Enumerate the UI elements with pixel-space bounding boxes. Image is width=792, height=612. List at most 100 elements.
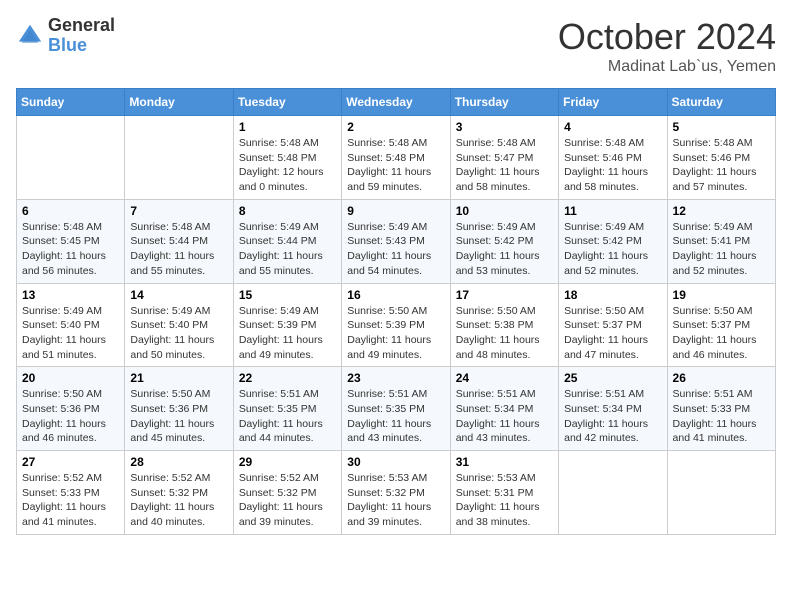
calendar-cell: 24 Sunrise: 5:51 AMSunset: 5:34 PMDayligh… [450,367,558,451]
day-info: Sunrise: 5:49 AMSunset: 5:43 PMDaylight:… [347,220,444,279]
day-info: Sunrise: 5:51 AMSunset: 5:35 PMDaylight:… [347,387,444,446]
day-info: Sunrise: 5:49 AMSunset: 5:41 PMDaylight:… [673,220,770,279]
day-info: Sunrise: 5:49 AMSunset: 5:39 PMDaylight:… [239,304,336,363]
day-info: Sunrise: 5:51 AMSunset: 5:35 PMDaylight:… [239,387,336,446]
day-info: Sunrise: 5:49 AMSunset: 5:40 PMDaylight:… [22,304,119,363]
day-info: Sunrise: 5:50 AMSunset: 5:38 PMDaylight:… [456,304,553,363]
day-info: Sunrise: 5:51 AMSunset: 5:34 PMDaylight:… [456,387,553,446]
day-info: Sunrise: 5:49 AMSunset: 5:42 PMDaylight:… [456,220,553,279]
calendar-cell: 12 Sunrise: 5:49 AMSunset: 5:41 PMDayligh… [667,199,775,283]
calendar-header-row: SundayMondayTuesdayWednesdayThursdayFrid… [17,89,776,116]
calendar-cell: 1 Sunrise: 5:48 AMSunset: 5:48 PMDaylight… [233,116,341,200]
day-info: Sunrise: 5:51 AMSunset: 5:33 PMDaylight:… [673,387,770,446]
day-number: 17 [456,288,553,302]
location-title: Madinat Lab`us, Yemen [558,58,776,76]
day-info: Sunrise: 5:48 AMSunset: 5:46 PMDaylight:… [564,136,661,195]
day-number: 1 [239,120,336,134]
calendar-cell: 5 Sunrise: 5:48 AMSunset: 5:46 PMDaylight… [667,116,775,200]
calendar-week-row: 27 Sunrise: 5:52 AMSunset: 5:33 PMDayligh… [17,451,776,535]
day-number: 15 [239,288,336,302]
day-info: Sunrise: 5:51 AMSunset: 5:34 PMDaylight:… [564,387,661,446]
calendar-cell: 29 Sunrise: 5:52 AMSunset: 5:32 PMDayligh… [233,451,341,535]
calendar-cell: 22 Sunrise: 5:51 AMSunset: 5:35 PMDayligh… [233,367,341,451]
calendar-cell: 31Sunrise: 5:53 AMSunset: 5:31 PMDayligh… [450,451,558,535]
day-number: 29 [239,455,336,469]
day-info: Sunrise: 5:49 AMSunset: 5:40 PMDaylight:… [130,304,227,363]
logo-blue-text: Blue [48,36,115,56]
calendar-cell: 26Sunrise: 5:51 AMSunset: 5:33 PMDayligh… [667,367,775,451]
logo-text: General Blue [48,16,115,56]
calendar-cell [667,451,775,535]
day-info: Sunrise: 5:52 AMSunset: 5:33 PMDaylight:… [22,471,119,530]
day-info: Sunrise: 5:50 AMSunset: 5:39 PMDaylight:… [347,304,444,363]
day-info: Sunrise: 5:50 AMSunset: 5:37 PMDaylight:… [564,304,661,363]
title-block: October 2024 Madinat Lab`us, Yemen [558,16,776,76]
day-number: 22 [239,371,336,385]
calendar-cell: 27 Sunrise: 5:52 AMSunset: 5:33 PMDayligh… [17,451,125,535]
calendar-cell: 9Sunrise: 5:49 AMSunset: 5:43 PMDaylight… [342,199,450,283]
calendar-cell: 10 Sunrise: 5:49 AMSunset: 5:42 PMDayligh… [450,199,558,283]
day-info: Sunrise: 5:53 AMSunset: 5:31 PMDaylight:… [456,471,553,530]
day-info: Sunrise: 5:49 AMSunset: 5:42 PMDaylight:… [564,220,661,279]
day-info: Sunrise: 5:52 AMSunset: 5:32 PMDaylight:… [130,471,227,530]
calendar-cell: 30 Sunrise: 5:53 AMSunset: 5:32 PMDayligh… [342,451,450,535]
calendar-cell: 25Sunrise: 5:51 AMSunset: 5:34 PMDayligh… [559,367,667,451]
calendar-week-row: 1 Sunrise: 5:48 AMSunset: 5:48 PMDaylight… [17,116,776,200]
calendar-cell: 4Sunrise: 5:48 AMSunset: 5:46 PMDaylight… [559,116,667,200]
calendar-cell: 19 Sunrise: 5:50 AMSunset: 5:37 PMDayligh… [667,283,775,367]
day-header: Tuesday [233,89,341,116]
day-number: 27 [22,455,119,469]
day-number: 7 [130,204,227,218]
day-info: Sunrise: 5:53 AMSunset: 5:32 PMDaylight:… [347,471,444,530]
calendar-cell: 23 Sunrise: 5:51 AMSunset: 5:35 PMDayligh… [342,367,450,451]
day-info: Sunrise: 5:48 AMSunset: 5:46 PMDaylight:… [673,136,770,195]
day-info: Sunrise: 5:49 AMSunset: 5:44 PMDaylight:… [239,220,336,279]
calendar-cell [559,451,667,535]
day-number: 20 [22,371,119,385]
logo: General Blue [16,16,115,56]
day-number: 24 [456,371,553,385]
day-info: Sunrise: 5:52 AMSunset: 5:32 PMDaylight:… [239,471,336,530]
day-number: 3 [456,120,553,134]
calendar-cell: 16Sunrise: 5:50 AMSunset: 5:39 PMDayligh… [342,283,450,367]
day-header: Sunday [17,89,125,116]
day-number: 23 [347,371,444,385]
calendar-cell: 20 Sunrise: 5:50 AMSunset: 5:36 PMDayligh… [17,367,125,451]
day-number: 6 [22,204,119,218]
day-number: 14 [130,288,227,302]
day-header: Saturday [667,89,775,116]
day-number: 21 [130,371,227,385]
calendar-cell: 15 Sunrise: 5:49 AMSunset: 5:39 PMDayligh… [233,283,341,367]
page-header: General Blue October 2024 Madinat Lab`us… [16,16,776,76]
day-header: Thursday [450,89,558,116]
logo-general-text: General [48,16,115,36]
day-number: 12 [673,204,770,218]
day-info: Sunrise: 5:48 AMSunset: 5:44 PMDaylight:… [130,220,227,279]
calendar-cell: 6 Sunrise: 5:48 AMSunset: 5:45 PMDaylight… [17,199,125,283]
day-info: Sunrise: 5:50 AMSunset: 5:36 PMDaylight:… [22,387,119,446]
day-number: 19 [673,288,770,302]
calendar-table: SundayMondayTuesdayWednesdayThursdayFrid… [16,88,776,535]
calendar-cell: 8 Sunrise: 5:49 AMSunset: 5:44 PMDaylight… [233,199,341,283]
calendar-cell: 18Sunrise: 5:50 AMSunset: 5:37 PMDayligh… [559,283,667,367]
calendar-cell [17,116,125,200]
calendar-cell: 2Sunrise: 5:48 AMSunset: 5:48 PMDaylight… [342,116,450,200]
calendar-cell: 11Sunrise: 5:49 AMSunset: 5:42 PMDayligh… [559,199,667,283]
day-header: Monday [125,89,233,116]
day-number: 10 [456,204,553,218]
calendar-cell: 7 Sunrise: 5:48 AMSunset: 5:44 PMDaylight… [125,199,233,283]
calendar-cell: 28Sunrise: 5:52 AMSunset: 5:32 PMDayligh… [125,451,233,535]
day-info: Sunrise: 5:50 AMSunset: 5:37 PMDaylight:… [673,304,770,363]
day-number: 8 [239,204,336,218]
day-info: Sunrise: 5:48 AMSunset: 5:45 PMDaylight:… [22,220,119,279]
day-number: 5 [673,120,770,134]
day-header: Friday [559,89,667,116]
day-info: Sunrise: 5:48 AMSunset: 5:48 PMDaylight:… [239,136,336,195]
calendar-week-row: 13 Sunrise: 5:49 AMSunset: 5:40 PMDayligh… [17,283,776,367]
calendar-cell: 17 Sunrise: 5:50 AMSunset: 5:38 PMDayligh… [450,283,558,367]
month-title: October 2024 [558,16,776,58]
day-number: 13 [22,288,119,302]
day-info: Sunrise: 5:50 AMSunset: 5:36 PMDaylight:… [130,387,227,446]
day-number: 30 [347,455,444,469]
day-info: Sunrise: 5:48 AMSunset: 5:47 PMDaylight:… [456,136,553,195]
